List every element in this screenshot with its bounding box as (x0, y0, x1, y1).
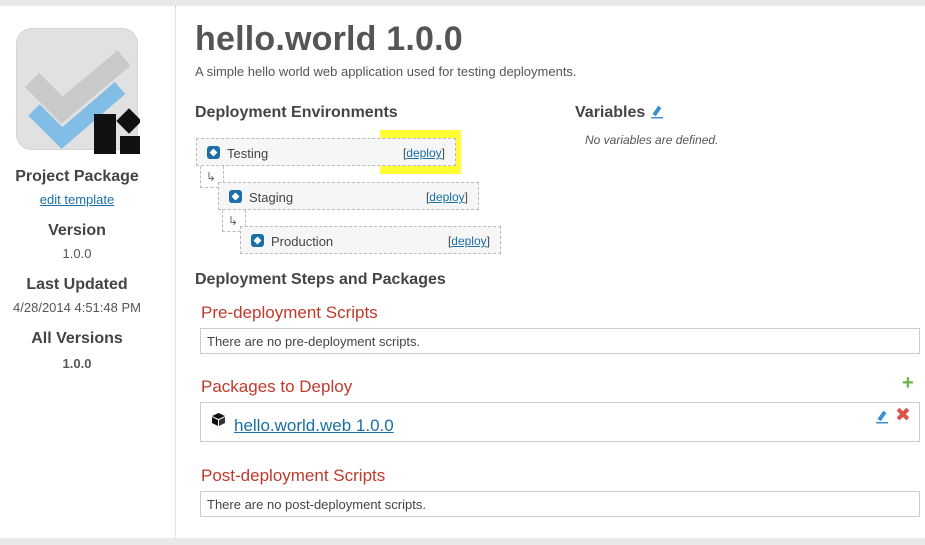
all-versions-label: All Versions (31, 330, 123, 347)
all-versions-value[interactable]: 1.0.0 (0, 356, 154, 371)
steps-heading: Deployment Steps and Packages (195, 271, 446, 288)
deploy-production-link[interactable]: deploy (451, 234, 486, 248)
deploy-link-container: [deploy] (402, 146, 445, 160)
deploy-testing-link[interactable]: deploy (406, 146, 441, 160)
variables-heading: Variables (575, 104, 646, 121)
deploy-link-container: [deploy] (447, 234, 490, 248)
environment-name: Production (271, 234, 334, 249)
pre-deployment-heading: Pre-deployment Scripts (201, 303, 378, 322)
child-arrow-icon: ↳ (228, 214, 239, 228)
environment-staging: Staging [deploy] (218, 182, 479, 210)
diamond-icon (207, 146, 220, 159)
deploy-staging-link[interactable]: deploy (429, 190, 464, 204)
pencil-icon[interactable] (651, 105, 663, 119)
edit-template-link[interactable]: edit template (0, 192, 154, 207)
pre-deployment-empty-text: There are no pre-deployment scripts. (207, 334, 421, 349)
plus-icon[interactable]: + (902, 373, 914, 393)
sidebar: Project Package edit template Version 1.… (0, 6, 176, 538)
deploy-link-container: [deploy] (425, 190, 468, 204)
diamond-icon (251, 234, 264, 247)
packages-heading: Packages to Deploy (201, 377, 353, 396)
bottom-bar (0, 538, 925, 545)
last-updated-value: 4/28/2014 4:51:48 PM (13, 300, 141, 315)
child-arrow-icon: ↳ (206, 170, 217, 184)
environment-production: Production [deploy] (240, 226, 501, 254)
diamond-icon (229, 190, 242, 203)
environment-testing: Testing [deploy] (196, 138, 456, 166)
environment-name: Staging (249, 190, 294, 205)
pre-deployment-panel: There are no pre-deployment scripts. (200, 328, 920, 354)
variables-empty-text: No variables are defined. (585, 133, 719, 147)
environments-heading: Deployment Environments (195, 104, 398, 121)
package-link[interactable]: hello.world.web 1.0.0 (234, 416, 394, 436)
post-deployment-empty-text: There are no post-deployment scripts. (207, 497, 426, 512)
page-title: hello.world 1.0.0 (195, 20, 463, 58)
environment-name: Testing (227, 146, 269, 161)
version-value: 1.0.0 (62, 246, 92, 261)
last-updated-label: Last Updated (26, 276, 128, 293)
page-subtitle: A simple hello world web application use… (195, 64, 577, 79)
version-label: Version (48, 222, 106, 239)
x-icon[interactable]: ✖ (895, 406, 911, 426)
post-deployment-heading: Post-deployment Scripts (201, 466, 386, 485)
project-package-icon (16, 28, 140, 154)
post-deployment-panel: There are no post-deployment scripts. (200, 491, 920, 517)
package-type-label: Project Package (15, 168, 139, 185)
cube-icon (212, 413, 225, 426)
pencil-icon[interactable] (876, 410, 888, 424)
